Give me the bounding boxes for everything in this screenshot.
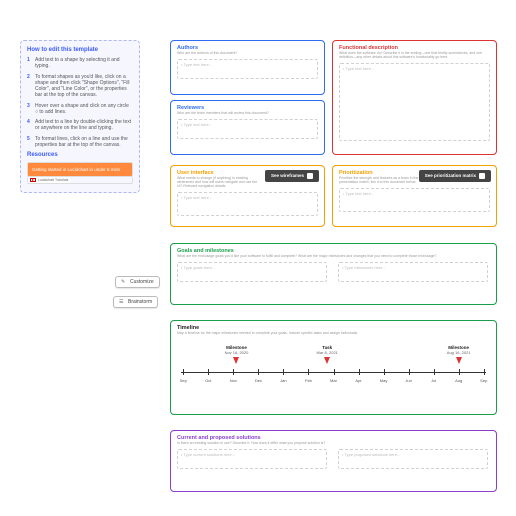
authors-card[interactable]: Authors Who are the authors of this docu… bbox=[170, 40, 325, 95]
arrow-down-icon bbox=[324, 357, 330, 364]
help-step: To format lines, click on a line and use… bbox=[35, 136, 133, 149]
funcdesc-input[interactable]: • Type text here... bbox=[339, 63, 490, 141]
timeline-month-label: Jul bbox=[431, 378, 436, 383]
wand-icon bbox=[121, 279, 127, 285]
brainstorm-button[interactable]: Brainstorm bbox=[113, 296, 158, 308]
card-subtitle: Prioritize the strength and features as … bbox=[339, 177, 422, 185]
resources-title: Resources bbox=[27, 152, 133, 158]
timeline-chart: SepOctNovDecJanFebMarAprMayJunJulAugSep … bbox=[177, 342, 490, 397]
timeline-month-label: Aug bbox=[455, 378, 462, 383]
authors-input[interactable]: • Type text here... bbox=[177, 59, 318, 79]
reviewers-input[interactable]: • Type text here... bbox=[177, 119, 318, 139]
card-subtitle: Who are the authors of this document? bbox=[177, 52, 318, 56]
card-subtitle: What are the end/usage goals you'd like … bbox=[177, 255, 490, 259]
timeline-marker[interactable]: TaskMar 8, 2021 bbox=[304, 345, 350, 364]
timeline-marker[interactable]: MilestoneNov 16, 2020 bbox=[213, 345, 259, 364]
timeline-marker[interactable]: MilestoneAug 16, 2021 bbox=[436, 345, 482, 364]
timeline-tick bbox=[334, 369, 335, 375]
timeline-tick bbox=[409, 369, 410, 375]
help-panel: How to edit this template 1Add text to a… bbox=[20, 40, 140, 193]
ui-input[interactable]: • Type text here... bbox=[177, 192, 318, 216]
timeline-month-label: Feb bbox=[305, 378, 312, 383]
resource-video-card[interactable]: Getting started in Lucidchart in under 5… bbox=[27, 162, 133, 177]
timeline-month-label: Sep bbox=[480, 378, 487, 383]
card-subtitle: Map a timeline for the major milestones … bbox=[177, 332, 490, 336]
timeline-tick bbox=[384, 369, 385, 375]
current-solutions-input[interactable]: • Type current solutions here... bbox=[177, 449, 327, 469]
marker-date: Mar 8, 2021 bbox=[304, 350, 350, 355]
timeline-tick bbox=[484, 369, 485, 375]
timeline-tick bbox=[258, 369, 259, 375]
prioritization-card[interactable]: Prioritization Prioritize the strength a… bbox=[332, 165, 497, 227]
timeline-month-label: Apr bbox=[355, 378, 361, 383]
card-subtitle: What does the software do? Describe it i… bbox=[339, 52, 490, 60]
video-caption: Lucidchart Tutorials bbox=[38, 178, 68, 182]
timeline-month-label: Oct bbox=[205, 378, 211, 383]
see-wireframes-button[interactable]: See wireframes bbox=[265, 170, 319, 182]
milestones-input[interactable]: • Type milestones here... bbox=[338, 262, 488, 282]
reviewers-card[interactable]: Reviewers Who are the team members that … bbox=[170, 100, 325, 155]
help-steps: 1Add text to a shape by selecting it and… bbox=[27, 57, 133, 148]
timeline-month-label: Sep bbox=[180, 378, 187, 383]
timeline-tick bbox=[434, 369, 435, 375]
video-headline: Getting started in Lucidchart in under 5… bbox=[28, 163, 132, 176]
prio-input[interactable]: • Type text here... bbox=[339, 188, 490, 212]
youtube-icon bbox=[30, 178, 36, 182]
timeline-month-label: Mar bbox=[330, 378, 337, 383]
timeline-tick bbox=[359, 369, 360, 375]
timeline-tick bbox=[183, 369, 184, 375]
timeline-card[interactable]: Timeline Map a timeline for the major mi… bbox=[170, 320, 497, 415]
card-subtitle: What needs to change (if anything) in ex… bbox=[177, 177, 262, 189]
marker-date: Nov 16, 2020 bbox=[213, 350, 259, 355]
goals-input[interactable]: • Type goals here... bbox=[177, 262, 327, 282]
timeline-tick bbox=[233, 369, 234, 375]
marker-date: Aug 16, 2021 bbox=[436, 350, 482, 355]
timeline-tick bbox=[208, 369, 209, 375]
timeline-tick bbox=[283, 369, 284, 375]
card-subtitle: Who are the team members that will revie… bbox=[177, 112, 318, 116]
card-subtitle: Is there an existing solution in use? De… bbox=[177, 442, 490, 446]
menu-icon bbox=[119, 299, 125, 305]
timeline-month-label: May bbox=[380, 378, 388, 383]
timeline-tick bbox=[459, 369, 460, 375]
arrow-down-icon bbox=[456, 357, 462, 364]
help-step: Hover over a shape and click on any circ… bbox=[35, 103, 133, 116]
solutions-card[interactable]: Current and proposed solutions Is there … bbox=[170, 430, 497, 492]
timeline-month-label: Dec bbox=[255, 378, 262, 383]
help-step: Add text to a line by double-clicking th… bbox=[35, 119, 133, 132]
help-step: Add text to a shape by selecting it and … bbox=[35, 57, 133, 70]
functional-description-card[interactable]: Functional description What does the sof… bbox=[332, 40, 497, 155]
user-interface-card[interactable]: User interface What needs to change (if … bbox=[170, 165, 325, 227]
help-step: To format shapes as you'd like, click on… bbox=[35, 74, 133, 99]
proposed-solutions-input[interactable]: • Type proposed solutions here... bbox=[338, 449, 488, 469]
timeline-month-label: Jan bbox=[280, 378, 286, 383]
see-prioritization-button[interactable]: See prioritization matrix bbox=[419, 170, 491, 182]
timeline-month-label: Jun bbox=[405, 378, 411, 383]
arrow-down-icon bbox=[233, 357, 239, 364]
timeline-month-label: Nov bbox=[230, 378, 237, 383]
timeline-tick bbox=[308, 369, 309, 375]
help-title: How to edit this template bbox=[27, 47, 133, 53]
goals-card[interactable]: Goals and milestones What are the end/us… bbox=[170, 243, 497, 305]
customize-button[interactable]: Customize bbox=[115, 276, 160, 288]
